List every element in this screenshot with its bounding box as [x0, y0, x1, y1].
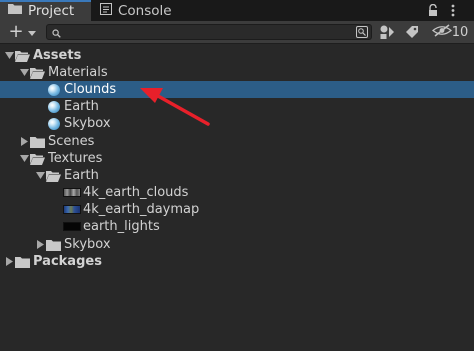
annotation-arrow [140, 88, 210, 126]
